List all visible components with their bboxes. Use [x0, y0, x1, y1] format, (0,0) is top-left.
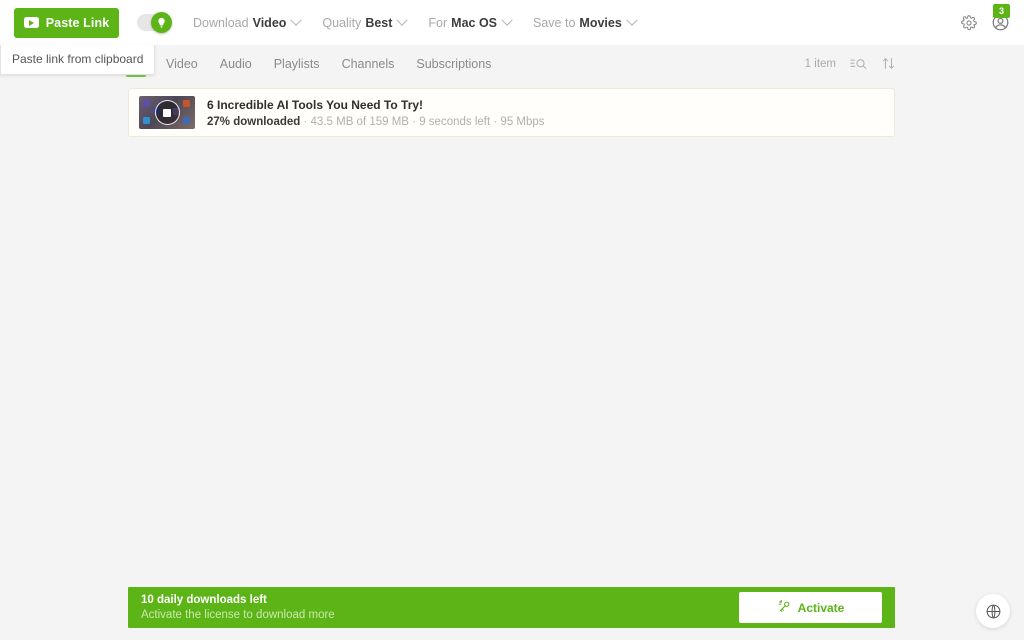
- dropdown-download-value: Video: [252, 15, 287, 30]
- license-banner-subtitle: Activate the license to download more: [141, 609, 335, 621]
- tab-playlists[interactable]: Playlists: [274, 45, 320, 82]
- tabbar-right-group: 1 item: [805, 56, 896, 71]
- paste-link-tooltip: Paste link from clipboard: [0, 38, 156, 75]
- chevron-down-icon: [626, 14, 638, 26]
- video-stop-thumbnail: [139, 96, 195, 129]
- license-banner-texts: 10 daily downloads left Activate the lic…: [141, 594, 335, 621]
- paste-link-label: Paste Link: [45, 15, 110, 30]
- search-filter-icon[interactable]: [850, 57, 867, 71]
- app-window: Paste Link Download Video Quality Best F…: [0, 0, 1024, 640]
- dropdown-quality[interactable]: Quality Best: [322, 14, 409, 30]
- activate-button[interactable]: Activate: [739, 592, 882, 623]
- globe-button[interactable]: [976, 594, 1010, 628]
- tab-channels[interactable]: Channels: [342, 45, 395, 82]
- status-sep-1: ·: [300, 115, 311, 128]
- item-count-label: 1 item: [804, 57, 836, 70]
- account-badge: 3: [993, 4, 1010, 18]
- youtube-play-icon: [23, 17, 39, 28]
- dropdown-quality-label: Quality: [322, 15, 362, 30]
- tab-video[interactable]: Video: [166, 45, 198, 82]
- gear-icon[interactable]: [961, 14, 977, 31]
- download-item-meta: 6 Incredible AI Tools You Need To Try! 2…: [207, 98, 545, 128]
- tab-audio-label: Audio: [219, 56, 252, 71]
- tab-subscriptions-label: Subscriptions: [416, 56, 492, 71]
- chevron-down-icon: [396, 14, 409, 26]
- activate-button-label: Activate: [797, 600, 845, 615]
- key-sparkle-icon: [777, 599, 792, 617]
- globe-icon: [986, 604, 1000, 618]
- dropdown-for-label: For: [428, 15, 448, 30]
- chevron-down-icon: [290, 14, 303, 26]
- download-time-left: 9 seconds left: [419, 115, 491, 128]
- license-banner: 10 daily downloads left Activate the lic…: [128, 587, 895, 628]
- tab-channels-label: Channels: [341, 56, 395, 71]
- toolbar-right-group: 3: [961, 4, 1010, 32]
- download-item-title: 6 Incredible AI Tools You Need To Try!: [207, 97, 424, 112]
- paste-link-button[interactable]: Paste Link: [14, 7, 119, 38]
- status-sep-2: ·: [408, 115, 420, 128]
- chevron-down-icon: [501, 14, 513, 26]
- dropdown-download[interactable]: Download Video: [193, 14, 303, 30]
- dropdown-save-to-label: Save to: [533, 15, 576, 30]
- status-sep-3: ·: [490, 115, 501, 128]
- lightbulb-icon: [151, 12, 172, 33]
- dropdown-save-to[interactable]: Save to Movies: [533, 14, 638, 30]
- sort-arrows-icon[interactable]: [881, 56, 896, 71]
- license-banner-title: 10 daily downloads left: [141, 594, 267, 606]
- tab-playlists-label: Playlists: [273, 56, 320, 71]
- download-item-status: 27% downloaded · 43.5 MB of 159 MB · 9 s…: [207, 116, 545, 128]
- tooltip-text: Paste link from clipboard: [12, 52, 144, 66]
- tab-subscriptions[interactable]: Subscriptions: [416, 45, 491, 82]
- dropdown-download-label: Download: [193, 15, 249, 30]
- download-size-text: 43.5 MB of 159 MB: [310, 115, 409, 128]
- tab-audio[interactable]: Audio: [220, 45, 252, 82]
- tab-video-label: Video: [165, 56, 198, 71]
- top-toolbar: Paste Link Download Video Quality Best F…: [0, 0, 1024, 45]
- dropdown-for[interactable]: For Mac OS: [428, 14, 513, 30]
- stop-download-icon: [154, 100, 180, 125]
- download-list: 6 Incredible AI Tools You Need To Try! 2…: [128, 88, 895, 137]
- account-button[interactable]: 3: [991, 4, 1010, 32]
- download-item[interactable]: 6 Incredible AI Tools You Need To Try! 2…: [128, 88, 895, 137]
- dropdown-quality-value: Best: [365, 15, 393, 30]
- dropdown-for-value: Mac OS: [451, 15, 498, 30]
- dropdown-save-to-value: Movies: [579, 15, 622, 30]
- download-speed: 95 Mbps: [500, 115, 545, 128]
- tab-list: All Video Audio Playlists Channels Subsc…: [126, 45, 491, 82]
- smart-mode-toggle[interactable]: [137, 12, 172, 33]
- download-progress-text: 27% downloaded: [207, 115, 301, 128]
